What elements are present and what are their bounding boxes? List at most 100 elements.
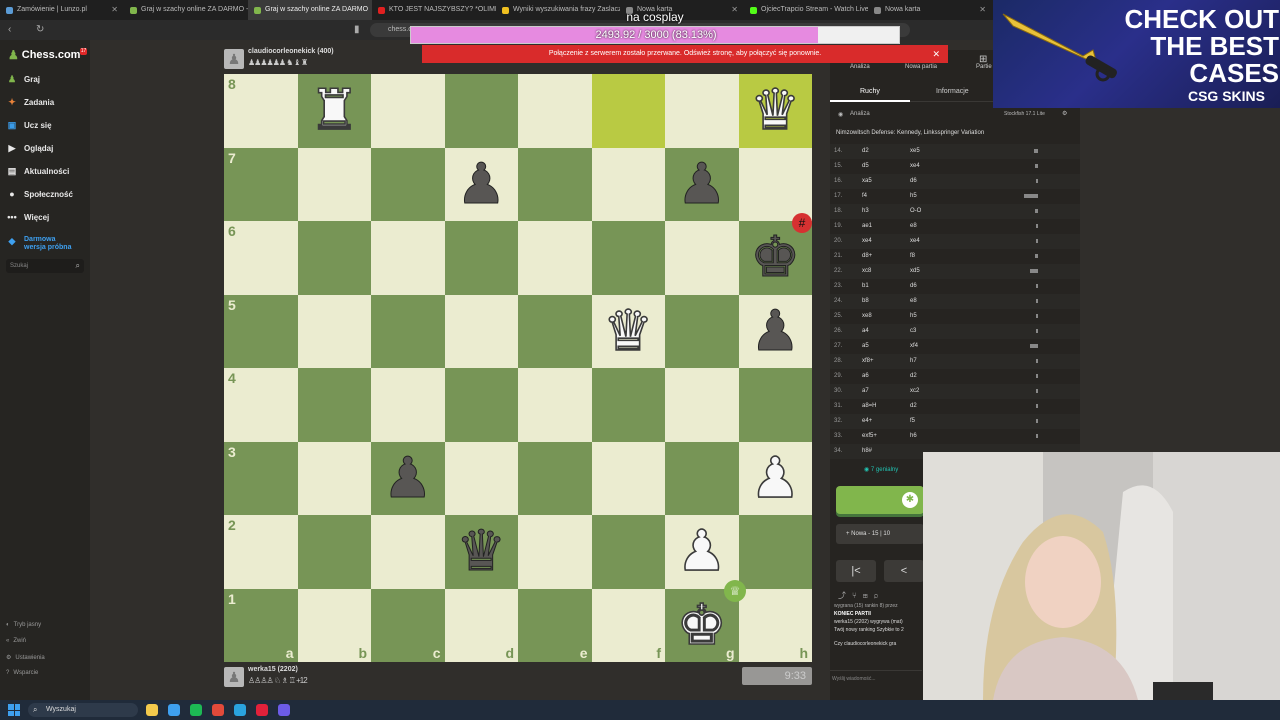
square-g4[interactable] [665, 368, 739, 442]
square-a4[interactable]: 4 [224, 368, 298, 442]
square-h2[interactable] [738, 515, 812, 589]
black-move[interactable]: f5 [910, 414, 915, 429]
grid-icon[interactable]: ⊞ [863, 591, 874, 600]
white-move[interactable]: h8# [862, 444, 872, 459]
square-h4[interactable] [738, 368, 812, 442]
tab-games[interactable]: Partie [976, 64, 992, 70]
fork-icon[interactable]: ⑂ [852, 591, 863, 600]
sidebar-footer-item[interactable]: ◐ Tryb jasny [6, 622, 41, 628]
chess-board[interactable]: 8 ♜ ♛ 7 ♟ ♟ 6 ♚ 5 ♛ ♟ 4 3 ♟ ♟ 2 ♛ ♟ 1 a b c d e f g ♚ h [224, 74, 812, 662]
square-b8[interactable]: ♜ [297, 74, 371, 148]
file-explorer-icon[interactable] [146, 704, 158, 716]
square-c8[interactable] [371, 74, 445, 148]
tab-analysis[interactable]: Analiza [850, 64, 870, 70]
white-move[interactable]: b1 [862, 279, 869, 294]
square-a2[interactable]: 2 [224, 515, 298, 589]
square-h1[interactable]: h [738, 588, 812, 662]
white-move[interactable]: xc8 [862, 264, 871, 279]
square-c1[interactable]: c [371, 588, 445, 662]
player-name[interactable]: werka15 (2202) [248, 666, 298, 673]
square-e8[interactable] [518, 74, 592, 148]
black-move[interactable]: xe4 [910, 234, 920, 249]
black-move[interactable]: h5 [910, 309, 917, 324]
black-move[interactable]: c3 [910, 324, 916, 339]
square-g7[interactable]: ♟ [665, 147, 739, 222]
white-pawn-icon[interactable]: ♟ [665, 515, 739, 589]
opera-icon[interactable] [256, 704, 268, 716]
square-b7[interactable] [297, 147, 371, 221]
black-move[interactable]: h5 [910, 189, 917, 204]
black-move[interactable]: e8 [910, 294, 917, 309]
white-move[interactable]: d5 [862, 159, 869, 174]
browser-tab[interactable]: Graj w szachy online ZA DARMO - in✕ [124, 0, 248, 20]
square-e1[interactable]: e [518, 588, 592, 662]
notification-badge[interactable]: 17 [80, 48, 87, 55]
browser-tab[interactable]: Zamówienie | Lunzo.pl ✕ [0, 0, 124, 20]
square-g3[interactable] [665, 441, 739, 515]
black-move[interactable]: xf4 [910, 339, 918, 354]
white-move[interactable]: a4 [862, 324, 869, 339]
rematch-button[interactable]: + Nowa - 15 | 10 [836, 524, 924, 544]
square-c5[interactable] [371, 294, 445, 368]
square-g8[interactable] [665, 74, 739, 148]
black-pawn-icon[interactable]: ♟ [665, 148, 739, 222]
square-a1[interactable]: 1a [224, 588, 298, 662]
close-icon[interactable]: ✕ [979, 0, 986, 20]
share-icon[interactable]: ⤴ [838, 591, 852, 600]
square-a6[interactable]: 6 [224, 221, 298, 295]
first-move-button[interactable]: |< [836, 560, 876, 582]
square-h8[interactable]: ♛ [738, 74, 812, 148]
sidebar-item-4[interactable]: ▤ Aktualności [6, 164, 70, 178]
square-h7[interactable] [738, 147, 812, 221]
square-h5[interactable]: ♟ [738, 294, 812, 368]
chrome-icon[interactable] [212, 704, 224, 716]
square-f8[interactable] [591, 74, 665, 148]
white-pawn-icon[interactable]: ♟ [739, 442, 813, 516]
black-move[interactable]: xd5 [910, 264, 920, 279]
square-e6[interactable] [518, 221, 592, 295]
taskbar-search[interactable]: ⌕ Wyszukaj [28, 703, 138, 717]
settings-icon[interactable]: ⚙ [1062, 110, 1067, 117]
square-c4[interactable] [371, 368, 445, 442]
square-d2[interactable]: ♛ [444, 515, 518, 589]
bookmark-icon[interactable]: ▮ [354, 20, 360, 40]
white-move[interactable]: ae1 [862, 219, 872, 234]
square-d4[interactable] [444, 368, 518, 442]
windows-start-icon[interactable] [8, 704, 20, 716]
white-move[interactable]: b8 [862, 294, 869, 309]
square-d5[interactable] [444, 294, 518, 368]
square-b2[interactable] [297, 515, 371, 589]
square-c7[interactable] [371, 147, 445, 221]
black-move[interactable]: d2 [910, 399, 917, 414]
close-icon[interactable]: ✕ [932, 45, 940, 63]
discord-icon[interactable] [278, 704, 290, 716]
store-icon[interactable] [168, 704, 180, 716]
white-move[interactable]: f4 [862, 189, 867, 204]
sidebar-footer-item[interactable]: ⚙ Ustawienia [6, 654, 45, 662]
chess-logo[interactable]: ♟ Chess.com [8, 48, 80, 62]
square-d1[interactable]: d [444, 588, 518, 662]
square-c6[interactable] [371, 221, 445, 295]
white-move[interactable]: a5 [862, 339, 869, 354]
square-c3[interactable]: ♟ [371, 441, 445, 516]
square-e4[interactable] [518, 368, 592, 442]
white-move[interactable]: h3 [862, 204, 869, 219]
black-move[interactable]: h7 [910, 354, 917, 369]
tab-new-game[interactable]: Nowa partia [905, 64, 937, 70]
square-a7[interactable]: 7 [224, 147, 298, 221]
black-move[interactable]: O-O [910, 204, 921, 219]
white-move[interactable]: e4+ [862, 414, 872, 429]
square-f5[interactable]: ♛ [591, 294, 665, 368]
sidebar-item-3[interactable]: ▶ Oglądaj [6, 141, 54, 155]
black-pawn-icon[interactable]: ♟ [371, 442, 445, 516]
reload-icon[interactable]: ↻ [36, 20, 44, 40]
square-d3[interactable] [444, 441, 518, 515]
white-move[interactable]: xe4 [862, 234, 872, 249]
prev-move-button[interactable]: < [884, 560, 924, 582]
black-move[interactable]: xe4 [910, 159, 920, 174]
white-move[interactable]: d8+ [862, 249, 872, 264]
tab-moves[interactable]: Ruchy [860, 88, 880, 95]
square-f7[interactable] [591, 147, 665, 221]
black-move[interactable]: d6 [910, 174, 917, 189]
toggle-icon[interactable]: ◉ [838, 111, 843, 118]
